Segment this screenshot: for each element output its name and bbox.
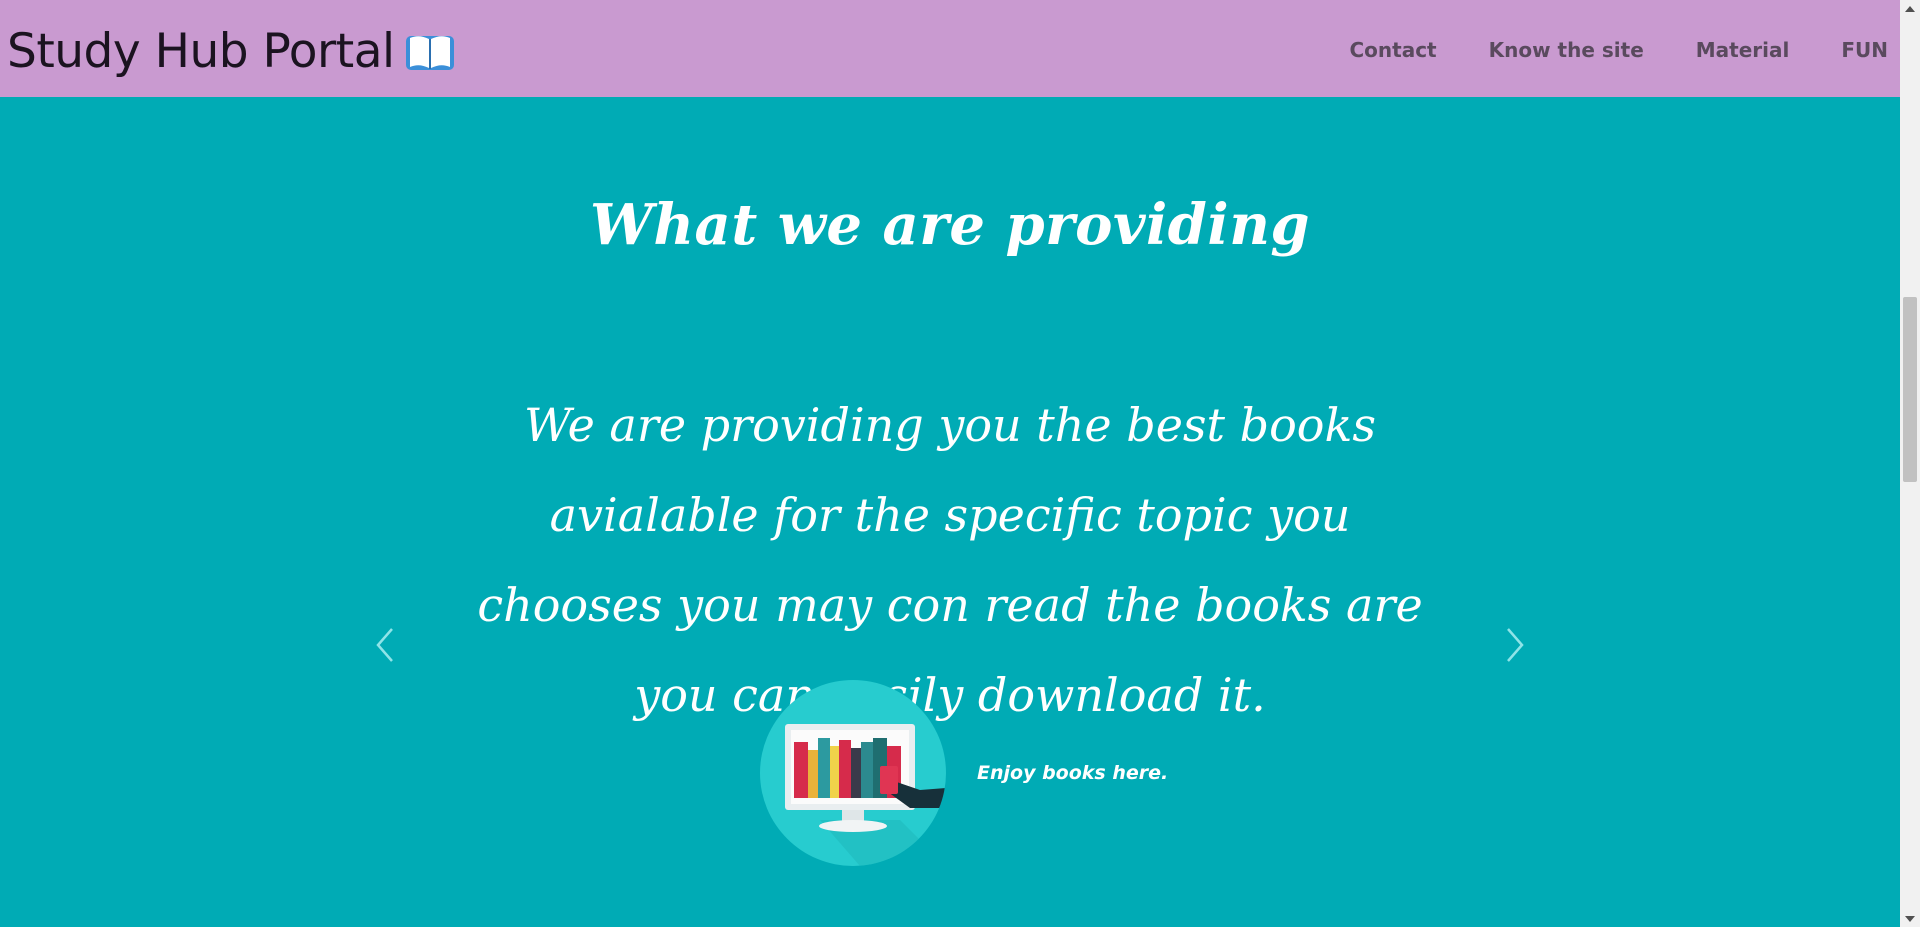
open-book-icon	[405, 30, 455, 74]
navbar: Study Hub Portal Contact Know the site M…	[0, 0, 1900, 97]
brand[interactable]: Study Hub Portal	[7, 24, 455, 79]
section-title: What we are providing	[589, 192, 1311, 258]
caption-text: Enjoy books here.	[977, 762, 1169, 784]
nav-links: Contact Know the site Material FUN	[1349, 38, 1888, 62]
scroll-up-button[interactable]	[1900, 0, 1920, 17]
chevron-left-icon	[376, 628, 393, 662]
carousel: We are providing you the best books avia…	[365, 380, 1535, 880]
scrollbar-thumb[interactable]	[1903, 297, 1917, 482]
nav-know-the-site[interactable]: Know the site	[1489, 38, 1644, 62]
brand-title[interactable]: Study Hub Portal	[7, 24, 395, 79]
carousel-prev-button[interactable]	[365, 615, 405, 675]
nav-material[interactable]: Material	[1696, 38, 1790, 62]
carousel-next-button[interactable]	[1495, 615, 1535, 675]
caption-row: Enjoy books here.	[760, 680, 1168, 866]
caret-down-icon	[1905, 915, 1915, 922]
caret-up-icon	[1905, 5, 1915, 12]
books-monitor-illustration	[760, 680, 946, 866]
vertical-scrollbar[interactable]	[1900, 0, 1920, 927]
nav-contact[interactable]: Contact	[1349, 38, 1436, 62]
scroll-down-button[interactable]	[1900, 910, 1920, 927]
nav-fun[interactable]: FUN	[1841, 38, 1888, 62]
chevron-right-icon	[1507, 628, 1524, 662]
